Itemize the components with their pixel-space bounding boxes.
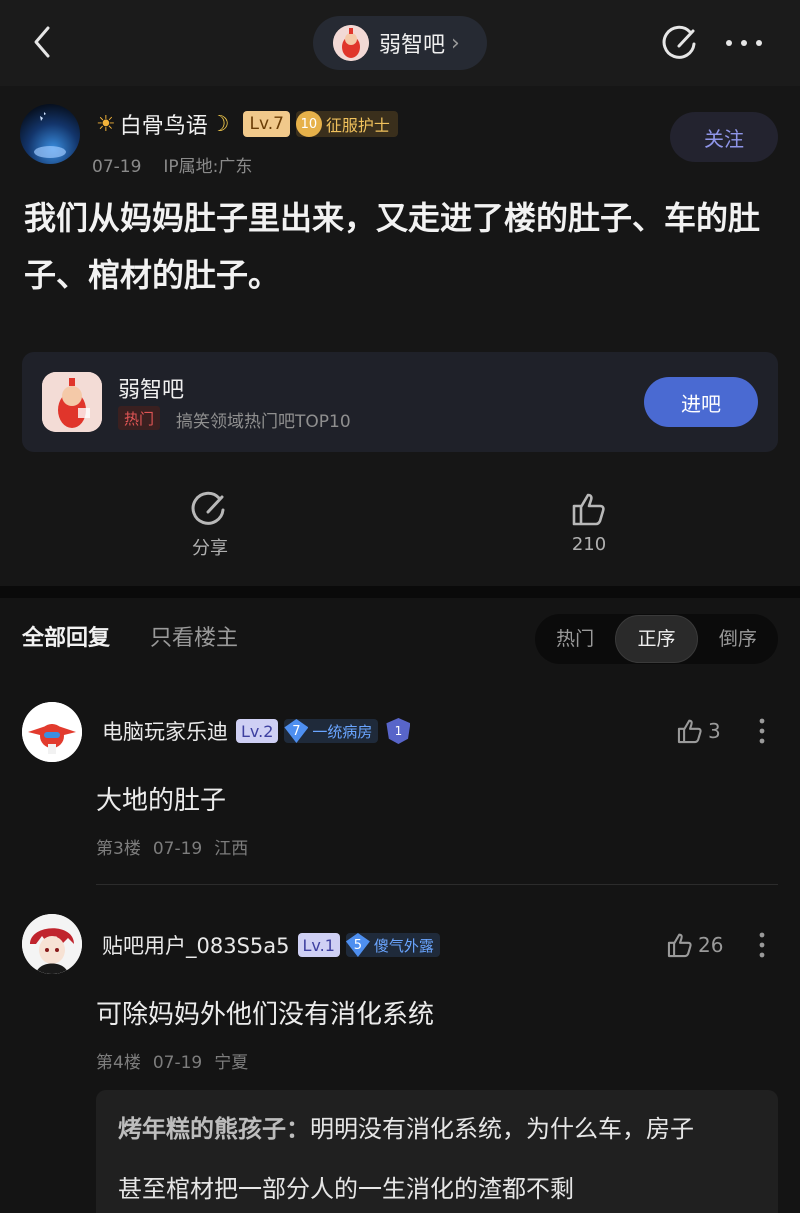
- medal-number: 10: [295, 111, 322, 137]
- sub-reply-text-1: 明明没有消化系统，为什么车，房子: [310, 1115, 694, 1143]
- reply-floor: 第4楼: [96, 1053, 141, 1073]
- sub-reply-author[interactable]: 烤年糕的熊孩子：: [118, 1115, 310, 1143]
- post-meta: 07-19 IP属地:广东: [92, 152, 252, 177]
- forum-avatar: [333, 25, 369, 61]
- top-bar: 弱智吧 ›: [0, 0, 800, 86]
- sort-ascending[interactable]: 正序: [615, 615, 698, 663]
- main-post: ☀ 白骨鸟语 ☽ Lv.7 10 征服护士 07-19 IP属地:广东 关注 我们…: [0, 86, 800, 586]
- reply-author-line: 电脑玩家乐迪 Lv.2 7 一统病房 1: [102, 716, 411, 746]
- thumbs-up-icon: [572, 493, 605, 526]
- tab-op-only[interactable]: 只看楼主: [150, 620, 238, 652]
- more-dots-icon[interactable]: [724, 38, 764, 48]
- reply-like-button[interactable]: 3: [676, 717, 721, 745]
- forum-card[interactable]: 弱智吧 热门 搞笑领域热门吧TOP10 进吧: [22, 352, 778, 452]
- medal-badge: 5 傻气外露: [345, 933, 440, 957]
- shield-badge-icon: 1: [386, 718, 411, 744]
- thumbs-up-icon: [667, 933, 692, 958]
- post-content: 我们从妈妈肚子里出来，又走进了楼的肚子、车的肚子、棺材的肚子。: [24, 199, 761, 294]
- more-vertical-icon[interactable]: [758, 718, 766, 744]
- forum-name: 弱智吧: [379, 33, 446, 58]
- level-badge: Lv.2: [236, 719, 279, 743]
- hot-tag: 热门: [118, 406, 161, 430]
- reply-content: 大地的肚子: [96, 786, 227, 816]
- medal-title: 一统病房: [312, 722, 373, 741]
- forum-card-name: 弱智吧: [118, 378, 185, 403]
- sort-hot[interactable]: 热门: [535, 614, 615, 664]
- like-button[interactable]: 210: [549, 490, 629, 555]
- level-badge: Lv.7: [243, 111, 290, 137]
- reply-author-name[interactable]: 贴吧用户_083S5a5: [102, 930, 290, 960]
- section-separator: [0, 586, 800, 598]
- sort-descending[interactable]: 倒序: [698, 614, 778, 664]
- reply-meta: 第3楼 07-19 江西: [96, 834, 248, 859]
- sub-reply-box[interactable]: 烤年糕的熊孩子：明明没有消化系统，为什么车，房子 甚至棺材把一部分人的一生消化的…: [96, 1090, 778, 1213]
- reply-meta: 第4楼 07-19 宁夏: [96, 1048, 248, 1073]
- share-label: 分享: [192, 538, 228, 559]
- like-count: 210: [571, 534, 607, 555]
- post-date: 07-19: [92, 157, 142, 177]
- level-badge: Lv.1: [297, 933, 340, 957]
- avatar[interactable]: [22, 702, 82, 762]
- author-avatar[interactable]: [20, 104, 80, 164]
- reply-like-count: 26: [698, 933, 724, 957]
- forum-card-avatar: [42, 372, 102, 432]
- reply-divider: [96, 884, 778, 885]
- reply-location: 江西: [214, 839, 249, 859]
- share-icon: [191, 491, 225, 525]
- medal-number: 7: [284, 719, 309, 743]
- reply-author-line: 贴吧用户_083S5a5 Lv.1 5 傻气外露: [102, 930, 440, 960]
- edit-icon[interactable]: [662, 24, 700, 62]
- sub-reply-line-1: 烤年糕的熊孩子：明明没有消化系统，为什么车，房子: [118, 1098, 694, 1160]
- sub-reply-line-2: 甚至棺材把一部分人的一生消化的渣都不剩: [118, 1175, 574, 1203]
- thumbs-up-icon: [677, 719, 702, 744]
- chevron-left-icon[interactable]: [22, 22, 62, 62]
- reply-content: 可除妈妈外他们没有消化系统: [96, 1000, 435, 1030]
- medal-title: 征服护士: [325, 116, 390, 135]
- medal-number: 5: [345, 933, 370, 957]
- chevron-right-icon: ›: [451, 30, 460, 56]
- avatar[interactable]: [22, 914, 82, 974]
- reply-location: 宁夏: [214, 1053, 249, 1073]
- reply-author-name[interactable]: 电脑玩家乐迪: [102, 716, 228, 746]
- medal-title: 傻气外露: [373, 936, 434, 955]
- follow-button[interactable]: 关注: [670, 112, 778, 162]
- reply-date: 07-19: [152, 839, 203, 859]
- author-line: ☀ 白骨鸟语 ☽ Lv.7 10 征服护士: [96, 108, 398, 140]
- sort-switcher: 热门 正序 倒序: [535, 614, 778, 664]
- medal-badge: 10 征服护士: [295, 111, 398, 137]
- reply-date: 07-19: [152, 1053, 203, 1073]
- reply-tabs: 全部回复 只看楼主: [22, 620, 238, 652]
- tab-all-replies[interactable]: 全部回复: [22, 620, 110, 652]
- forum-switcher[interactable]: 弱智吧 ›: [313, 16, 487, 70]
- more-vertical-icon[interactable]: [758, 932, 766, 958]
- reply-like-count: 3: [708, 719, 721, 743]
- moon-emoji-icon: ☽: [209, 111, 230, 137]
- forum-card-description: 搞笑领域热门吧TOP10: [176, 412, 351, 432]
- author-name[interactable]: 白骨鸟语: [120, 108, 208, 140]
- enter-forum-button[interactable]: 进吧: [644, 377, 758, 427]
- post-ip: IP属地:广东: [163, 157, 253, 177]
- reply-floor: 第3楼: [96, 839, 141, 859]
- reply-like-button[interactable]: 26: [666, 931, 723, 959]
- share-button[interactable]: 分享: [170, 490, 250, 560]
- sun-emoji-icon: ☀: [96, 111, 116, 137]
- medal-badge: 7 一统病房: [284, 719, 379, 743]
